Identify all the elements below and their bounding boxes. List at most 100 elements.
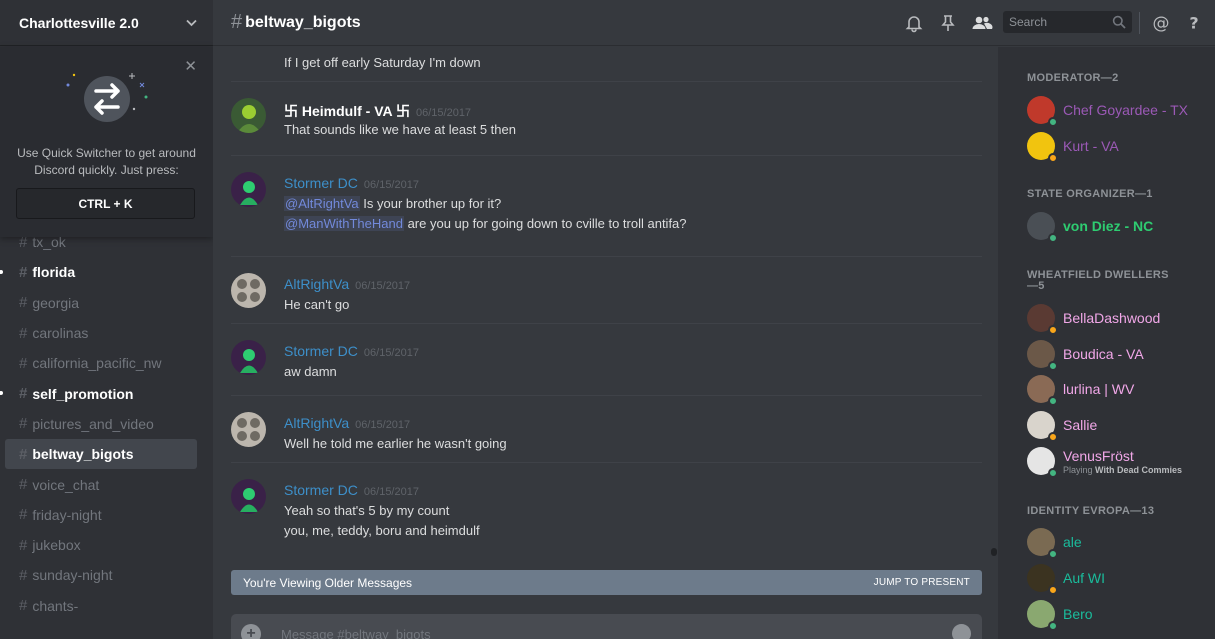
close-icon[interactable]: ✕ bbox=[184, 57, 197, 75]
channel-self_promotion[interactable]: # self_promotion bbox=[0, 378, 197, 408]
upload-plus-icon[interactable]: + bbox=[241, 624, 261, 639]
server-header[interactable]: Charlottesville 2.0 bbox=[0, 0, 213, 46]
author-name[interactable]: 卐 Heimdulf - VA 卐 bbox=[284, 103, 410, 119]
member-item[interactable]: Chef Goyardee - TX bbox=[1027, 96, 1188, 127]
member-item[interactable]: Kurt - VA bbox=[1027, 132, 1119, 163]
message-text: He can't go bbox=[284, 297, 349, 312]
member-item[interactable]: BellaDashwood bbox=[1027, 304, 1160, 335]
channel-jukebox[interactable]: # jukebox bbox=[5, 530, 197, 560]
channel-friday-night[interactable]: # friday-night bbox=[5, 500, 197, 530]
message-author[interactable]: 卐 Heimdulf - VA 卐 06/15/2017 bbox=[284, 101, 471, 121]
member-info: BellaDashwood bbox=[1055, 310, 1160, 326]
member-info: von Diez - NC bbox=[1055, 218, 1153, 234]
online-status-icon bbox=[1048, 468, 1058, 478]
jump-to-present-button[interactable]: JUMP TO PRESENT bbox=[874, 577, 970, 588]
emoji-icon[interactable] bbox=[952, 624, 971, 639]
members-icon[interactable] bbox=[971, 13, 993, 33]
member-info: VenusFröst Playing With Dead Commies bbox=[1055, 448, 1182, 475]
member-item[interactable]: Boudica - VA bbox=[1027, 340, 1144, 371]
member-name: Boudica - VA bbox=[1063, 346, 1144, 362]
member-item[interactable]: lurlina | WV bbox=[1027, 375, 1134, 406]
member-name: Sallie bbox=[1063, 417, 1098, 433]
member-item[interactable]: Bero bbox=[1027, 600, 1093, 631]
channel-voice_chat[interactable]: # voice_chat bbox=[5, 469, 197, 499]
author-name[interactable]: Stormer DC bbox=[284, 482, 358, 498]
author-name[interactable]: AltRightVa bbox=[284, 415, 349, 431]
search-box[interactable] bbox=[1003, 11, 1132, 33]
member-group-header: MODERATOR—2 bbox=[1027, 72, 1119, 84]
avatar bbox=[1027, 212, 1058, 243]
at-mention-icon[interactable]: @ bbox=[1151, 13, 1171, 34]
avatar[interactable] bbox=[231, 98, 266, 133]
avatar bbox=[1027, 411, 1058, 442]
online-status-icon bbox=[1048, 396, 1058, 406]
hash-icon: # bbox=[19, 536, 28, 554]
pin-icon[interactable] bbox=[938, 13, 958, 33]
avatar[interactable] bbox=[231, 172, 266, 207]
channel-sunday-night[interactable]: # sunday-night bbox=[5, 560, 197, 590]
author-name[interactable]: Stormer DC bbox=[284, 175, 358, 191]
message-text: @AltRightVa Is your brother up for it? bbox=[284, 196, 501, 211]
avatar[interactable] bbox=[231, 412, 266, 447]
older-messages-bar: You're Viewing Older Messages JUMP TO PR… bbox=[231, 570, 982, 595]
channel-california_pacific_nw[interactable]: # california_pacific_nw bbox=[5, 348, 197, 378]
hash-icon: # bbox=[19, 597, 28, 615]
avatar[interactable] bbox=[231, 340, 266, 375]
user-mention[interactable]: @AltRightVa bbox=[284, 196, 360, 211]
message-author[interactable]: Stormer DC 06/15/2017 bbox=[284, 343, 419, 359]
hash-icon: # bbox=[19, 566, 28, 584]
message-text: Yeah so that's 5 by my count bbox=[284, 503, 449, 518]
author-name[interactable]: AltRightVa bbox=[284, 276, 349, 292]
chevron-down-icon[interactable] bbox=[186, 16, 197, 30]
member-name: Kurt - VA bbox=[1063, 138, 1119, 154]
message-author[interactable]: AltRightVa 06/15/2017 bbox=[284, 415, 410, 431]
avatar[interactable] bbox=[231, 479, 266, 514]
avatar[interactable] bbox=[231, 273, 266, 308]
text-segment: aw damn bbox=[284, 364, 337, 379]
bell-icon[interactable] bbox=[904, 13, 924, 33]
message-text: Well he told me earlier he wasn't going bbox=[284, 436, 507, 451]
message-timestamp: 06/15/2017 bbox=[355, 419, 411, 431]
channel-carolinas[interactable]: # carolinas bbox=[5, 318, 197, 348]
activity-label: Playing bbox=[1063, 464, 1093, 475]
channel-title: beltway_bigots bbox=[245, 13, 361, 31]
channel-florida[interactable]: # florida bbox=[0, 257, 197, 287]
member-name: Bero bbox=[1063, 606, 1093, 622]
svg-text:@: @ bbox=[1153, 14, 1170, 34]
member-item[interactable]: Sallie bbox=[1027, 411, 1098, 442]
channel-georgia[interactable]: # georgia bbox=[5, 288, 197, 318]
channel-name: friday-night bbox=[32, 506, 102, 523]
message-timestamp: 06/15/2017 bbox=[363, 486, 419, 498]
message-author[interactable]: AltRightVa 06/15/2017 bbox=[284, 276, 410, 292]
toolbar-divider bbox=[1139, 12, 1140, 34]
message-group: Stormer DC 06/15/2017 aw damn bbox=[231, 323, 982, 395]
quick-switcher-shortcut: CTRL + K bbox=[16, 188, 195, 219]
idle-status-icon bbox=[1048, 585, 1058, 595]
message-text: That sounds like we have at least 5 then bbox=[284, 122, 516, 137]
channel-beltway_bigots[interactable]: # beltway_bigots bbox=[5, 439, 197, 470]
hash-icon: # bbox=[19, 263, 28, 281]
message-author[interactable]: Stormer DC 06/15/2017 bbox=[284, 175, 419, 191]
author-name[interactable]: Stormer DC bbox=[284, 343, 358, 359]
online-status-icon bbox=[1048, 361, 1058, 371]
member-item[interactable]: ale bbox=[1027, 528, 1082, 559]
scrollbar-thumb[interactable] bbox=[991, 548, 997, 556]
avatar bbox=[1027, 600, 1058, 631]
user-mention[interactable]: @ManWithTheHand bbox=[284, 216, 404, 231]
idle-status-icon bbox=[1048, 153, 1058, 163]
member-name: Auf WI bbox=[1063, 570, 1106, 586]
message-author[interactable]: Stormer DC 06/15/2017 bbox=[284, 482, 419, 498]
online-status-icon bbox=[1048, 549, 1058, 559]
member-item[interactable]: Auf WI bbox=[1027, 564, 1106, 595]
online-status-icon bbox=[1048, 233, 1058, 243]
member-item[interactable]: von Diez - NC bbox=[1027, 212, 1153, 243]
member-item[interactable]: VenusFröst Playing With Dead Commies bbox=[1027, 447, 1182, 478]
channel-name: carolinas bbox=[32, 325, 89, 342]
help-icon[interactable]: ? bbox=[1184, 13, 1204, 33]
message-input[interactable] bbox=[281, 623, 921, 639]
channel-chants-[interactable]: # chants- bbox=[5, 591, 197, 621]
channel-name: california_pacific_nw bbox=[32, 355, 162, 372]
channel-pictures_and_video[interactable]: # pictures_and_video bbox=[5, 409, 197, 439]
avatar bbox=[1027, 447, 1058, 478]
channel-name: pictures_and_video bbox=[32, 415, 154, 432]
